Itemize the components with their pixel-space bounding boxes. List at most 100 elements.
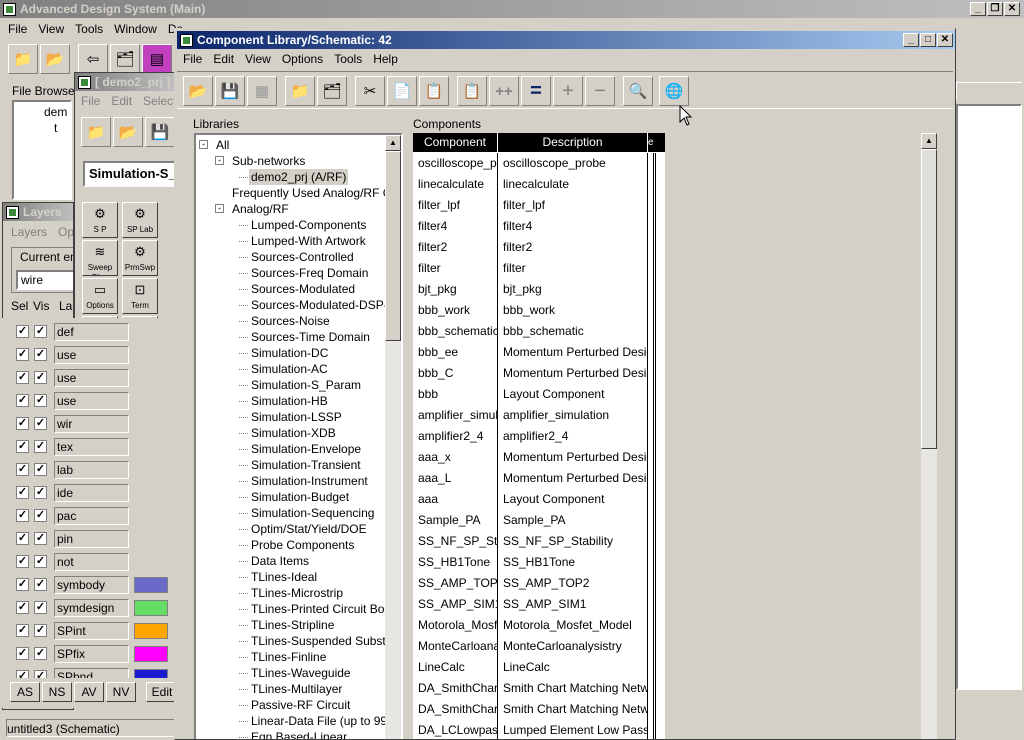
tree-item[interactable]: Analog/RF <box>232 201 289 217</box>
layer-visible-checkbox[interactable]: ✓ <box>34 348 47 361</box>
menu-window[interactable]: Window <box>114 22 157 36</box>
palette-button[interactable]: ⚙ PrmSwp <box>122 240 158 276</box>
collapse-all-icon[interactable]: = <box>521 76 551 106</box>
folder-copy-icon[interactable]: 🗂 <box>317 76 347 106</box>
open-folder-icon[interactable]: 📂 <box>183 76 213 106</box>
tree-item[interactable]: Frequently Used Analog/RF Co <box>232 185 398 201</box>
tree-item[interactable]: Eqn Based-Linear <box>251 729 347 739</box>
table-row[interactable]: SS_AMP_TOP2 SS_AMP_TOP2 <box>413 573 665 594</box>
collapse-icon[interactable]: − <box>585 76 615 106</box>
sch-menu-edit[interactable]: Edit <box>111 94 132 108</box>
table-row[interactable]: SS_AMP_SIM1 SS_AMP_SIM1 <box>413 594 665 615</box>
main-back-icon[interactable]: ⇦ <box>78 44 108 74</box>
sch-save-icon[interactable]: 💾 <box>145 117 175 147</box>
table-row[interactable]: aaa_x Momentum Perturbed Design <box>413 447 665 468</box>
layer-select-checkbox[interactable]: ✓ <box>16 325 29 338</box>
table-row[interactable]: SS_NF_SP_Stab SS_NF_SP_Stability <box>413 531 665 552</box>
library-maximize-button[interactable]: □ <box>920 33 936 47</box>
components-scroll-thumb[interactable] <box>921 149 937 449</box>
tree-item[interactable]: Simulation-S_Param <box>251 377 361 393</box>
tree-item[interactable]: Passive-RF Circuit <box>251 697 350 713</box>
main-schematic-icon[interactable]: ▤ <box>142 44 172 74</box>
layer-select-checkbox[interactable]: ✓ <box>16 532 29 545</box>
libraries-scroll-thumb[interactable] <box>385 151 401 341</box>
tree-item[interactable]: TLines-Ideal <box>251 569 317 585</box>
layer-name[interactable]: use <box>54 346 129 364</box>
expand-all-icon[interactable]: ++ <box>489 76 519 106</box>
layer-visible-checkbox[interactable]: ✓ <box>34 601 47 614</box>
table-row[interactable]: amplifier_simulati amplifier_simulation <box>413 405 665 426</box>
tree-item[interactable]: Simulation-Sequencing <box>251 505 374 521</box>
tab-ns[interactable]: NS <box>42 682 72 702</box>
layer-visible-checkbox[interactable]: ✓ <box>34 417 47 430</box>
components-scroll-up[interactable]: ▲ <box>921 133 937 149</box>
table-row[interactable]: filter_lpf filter_lpf <box>413 195 665 216</box>
table-row[interactable]: Motorola_Mosfet Motorola_Mosfet_Model <box>413 615 665 636</box>
library-close-button[interactable]: ✕ <box>937 33 953 47</box>
layer-name[interactable]: use <box>54 369 129 387</box>
layer-select-checkbox[interactable]: ✓ <box>16 509 29 522</box>
fb-item[interactable]: t <box>54 120 57 136</box>
table-row[interactable]: aaa_L Momentum Perturbed Design <box>413 468 665 489</box>
folder-up-icon[interactable]: 📁 <box>285 76 315 106</box>
sch-menu-select[interactable]: Select <box>143 94 175 108</box>
table-row[interactable]: filter filter <box>413 258 665 279</box>
tree-item[interactable]: Simulation-HB <box>251 393 328 409</box>
layer-visible-checkbox[interactable]: ✓ <box>34 394 47 407</box>
layer-name[interactable]: symbody <box>54 576 129 594</box>
lib-menu-tools[interactable]: Tools <box>334 52 362 66</box>
table-row[interactable]: bbb_schematic bbb_schematic <box>413 321 665 342</box>
tree-item[interactable]: Sources-Modulated <box>251 281 355 297</box>
layer-name[interactable]: ide <box>54 484 129 502</box>
layer-select-checkbox[interactable]: ✓ <box>16 578 29 591</box>
layer-visible-checkbox[interactable]: ✓ <box>34 532 47 545</box>
layer-visible-checkbox[interactable]: ✓ <box>34 371 47 384</box>
layer-color-swatch[interactable] <box>134 577 168 593</box>
layer-select-checkbox[interactable]: ✓ <box>16 647 29 660</box>
tree-item[interactable]: All <box>216 137 229 153</box>
tree-item[interactable]: TLines-Multilayer <box>251 681 342 697</box>
tree-item[interactable]: Data Items <box>251 553 309 569</box>
layer-select-checkbox[interactable]: ✓ <box>16 463 29 476</box>
copy-icon[interactable]: 📄 <box>387 76 417 106</box>
table-row[interactable]: bbb_C Momentum Perturbed Design <box>413 363 665 384</box>
table-row[interactable]: DA_LCLowpassD Lumped Element Low Pass Fil… <box>413 720 665 739</box>
menu-file[interactable]: File <box>8 22 27 36</box>
lib-menu-help[interactable]: Help <box>373 52 398 66</box>
menu-tools[interactable]: Tools <box>75 22 103 36</box>
main-open-project-icon[interactable]: 📂 <box>40 44 70 74</box>
paste-icon[interactable]: 📋 <box>419 76 449 106</box>
table-row[interactable]: DA_SmithChartM Smith Chart Matching Netwo… <box>413 699 665 720</box>
minimize-button[interactable]: _ <box>970 2 986 16</box>
tree-item[interactable]: Lumped-With Artwork <box>251 233 366 249</box>
tree-item[interactable]: TLines-Printed Circuit Board <box>251 601 401 617</box>
tree-item[interactable]: Simulation-AC <box>251 361 328 377</box>
tree-expander-icon[interactable]: - <box>215 204 224 213</box>
tree-item[interactable]: Sources-Modulated-DSP-B <box>251 297 396 313</box>
sch-menu-file[interactable]: File <box>81 94 100 108</box>
fb-item[interactable]: dem <box>44 104 67 120</box>
palette-button[interactable]: ⊡ Term <box>122 278 158 314</box>
table-row[interactable]: bjt_pkg bjt_pkg <box>413 279 665 300</box>
layer-name[interactable]: use <box>54 392 129 410</box>
components-scrollbar[interactable]: ▲ <box>921 133 937 739</box>
layer-visible-checkbox[interactable]: ✓ <box>34 440 47 453</box>
cut-icon[interactable]: ✂ <box>355 76 385 106</box>
tree-expander-icon[interactable]: - <box>215 156 224 165</box>
tree-item[interactable]: Simulation-XDB <box>251 425 336 441</box>
layers-menu-options[interactable]: Opti <box>58 225 73 239</box>
save-icon[interactable]: 💾 <box>215 76 245 106</box>
tree-item[interactable]: Optim/Stat/Yield/DOE <box>251 521 367 537</box>
tree-item[interactable]: TLines-Stripline <box>251 617 334 633</box>
tree-item[interactable]: Sources-Noise <box>251 313 330 329</box>
layer-select-checkbox[interactable]: ✓ <box>16 394 29 407</box>
layer-name[interactable]: def <box>54 323 129 341</box>
tab-av[interactable]: AV <box>74 682 104 702</box>
layer-name[interactable]: lab <box>54 461 129 479</box>
tree-item[interactable]: Simulation-LSSP <box>251 409 342 425</box>
layer-name[interactable]: SPint <box>54 622 129 640</box>
palette-button[interactable]: ▭ Options <box>82 278 118 314</box>
table-row[interactable]: oscilloscope_pro oscilloscope_probe <box>413 153 665 174</box>
tree-expander-icon[interactable]: - <box>199 140 208 149</box>
layer-select-checkbox[interactable]: ✓ <box>16 670 29 678</box>
